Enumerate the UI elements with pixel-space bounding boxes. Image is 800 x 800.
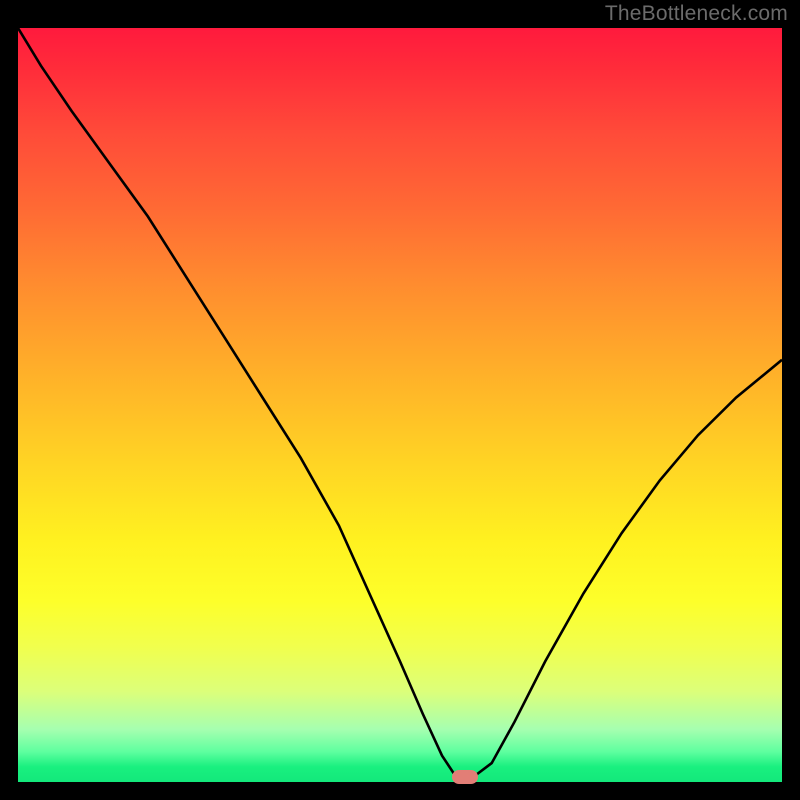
curve-line [18,28,782,778]
plot-area [18,28,782,782]
bottleneck-curve [18,28,782,782]
optimal-point-marker [452,770,478,784]
chart-frame: TheBottleneck.com [0,0,800,800]
watermark-text: TheBottleneck.com [605,2,788,26]
